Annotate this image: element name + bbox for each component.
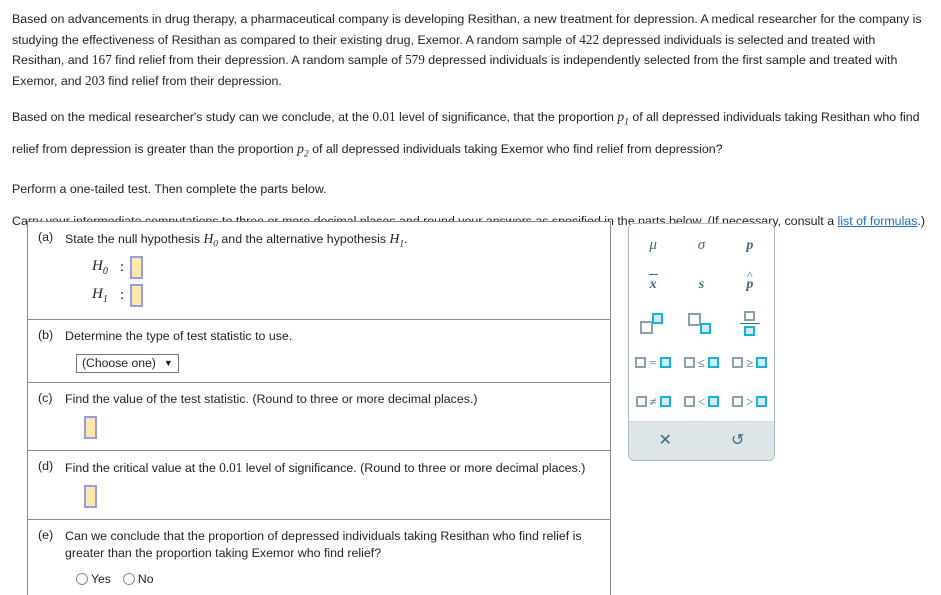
answer-panel: (a) State the null hypothesis H0 and the… [27,221,611,595]
radio-circle-no[interactable] [122,572,135,585]
palette-sigma-button[interactable]: σ [677,226,725,265]
palette-superscript-button[interactable] [629,304,677,343]
chevron-down-icon: ▼ [163,357,173,368]
question-text-4: of all depressed individuals taking Exem… [308,141,723,156]
mu-icon: μ [649,237,657,253]
part-c: (c) Find the value of the test statistic… [28,383,610,451]
superscript-icon [640,312,666,335]
significance-level-inline: 0.01 [372,109,396,124]
palette-p-button[interactable]: p [726,226,774,265]
palette-grid: μ σ p x s ^ p = ≤ ≥ ≠ < > [629,224,774,421]
part-d-prompt: Find the critical value at the 0.01 leve… [65,459,585,477]
part-e: (e) Can we conclude that the proportion … [28,520,610,595]
palette-x-bar-button[interactable]: x [629,265,677,304]
critical-value-input[interactable] [84,484,97,508]
test-statistic-input[interactable] [84,415,97,439]
conclusion-radio-group: Yes No [76,572,600,586]
part-d: (d) Find the critical value at the 0.01 … [28,451,610,520]
fraction-icon [739,311,760,337]
palette-footer: ✕ ↺ [629,421,774,460]
question-paragraph: Based on the medical researcher's study … [12,104,928,167]
not-equal-icon: ≠ [635,394,671,410]
part-c-prompt: Find the value of the test statistic. (R… [65,391,478,406]
part-b-label: (b) [38,327,54,342]
part-a-prompt: State the null hypothesis H0 and the alt… [65,230,407,254]
part-c-label: (c) [38,390,53,405]
part-e-prompt: Can we conclude that the proportion of d… [65,528,582,560]
problem-statement: Based on advancements in drug therapy, a… [12,10,929,230]
sigma-icon: σ [697,237,706,253]
greater-than-icon: > [732,394,768,410]
part-d-level: 0.01 [219,459,243,475]
palette-greater-equal-button[interactable]: ≥ [726,343,774,382]
part-a-label: (a) [38,230,54,244]
part-a-text-2: and the alternative hypothesis [217,232,390,246]
null-hypothesis-row: H0 : [92,254,600,282]
radio-option-yes[interactable]: Yes [76,572,111,586]
question-text-1: Based on the medical researcher's study … [12,110,373,124]
symbol-palette: μ σ p x s ^ p = ≤ ≥ ≠ < > ✕ ↺ [628,223,775,461]
palette-fraction-button[interactable] [726,304,774,343]
problem-page: Based on advancements in drug therapy, a… [0,0,941,595]
test-statistic-dropdown-value: (Choose one) [82,356,156,371]
h0-symbol-inline: H0 [203,231,218,250]
part-e-label: (e) [38,527,54,542]
palette-mu-button[interactable]: μ [629,226,677,265]
palette-subscript-button[interactable] [677,304,725,343]
palette-less-equal-button[interactable]: ≤ [677,343,725,382]
subscript-icon [688,312,714,335]
test-statistic-dropdown[interactable]: (Choose one) ▼ [76,353,179,373]
h0-label: H0 [92,258,108,278]
h0-colon: : [120,259,125,276]
part-b-prompt: Determine the type of test statistic to … [65,328,293,343]
less-than-icon: < [683,394,720,410]
h1-colon: : [120,287,125,304]
p2-symbol: p2 [297,140,309,160]
part-a-text-3: . [404,232,408,246]
h0-input[interactable] [130,256,144,280]
list-of-formulas-link[interactable]: list of formulas [838,214,918,228]
x-bar-icon: x [648,273,658,292]
palette-less-than-button[interactable]: < [677,382,725,421]
palette-equals-button[interactable]: = [629,343,677,382]
h1-label: H1 [92,286,108,306]
perform-instruction: Perform a one-tailed test. Then complete… [12,182,327,197]
intro-text-5: find relief from their depression. [104,73,282,88]
radio-label-no: No [137,571,154,586]
sample1-success: 167 [91,52,112,67]
question-text-2: level of significance, that the proporti… [395,110,618,124]
part-d-text-2: level of significance. (Round to three o… [242,460,586,475]
h1-symbol-inline: H1 [389,231,404,250]
part-a: (a) State the null hypothesis H0 and the… [28,222,610,320]
greater-than-or-equal-icon: ≥ [732,355,768,371]
p-icon: p [746,237,754,253]
radio-circle-yes[interactable] [76,572,88,585]
part-b: (b) Determine the type of test statistic… [28,320,610,383]
undo-icon[interactable]: ↺ [721,431,754,451]
part-d-text-1: Find the critical value at the [65,460,220,475]
palette-p-hat-button[interactable]: ^ p [726,265,774,304]
radio-label-yes: Yes [91,571,111,586]
alt-hypothesis-row: H1 : [92,282,600,310]
h1-input[interactable] [130,284,144,308]
s-icon: s [698,276,705,292]
p-hat-icon: ^ p [746,267,754,292]
part-d-label: (d) [38,458,54,473]
intro-paragraph: Based on advancements in drug therapy, a… [12,10,928,91]
less-than-or-equal-icon: ≤ [683,355,720,371]
part-a-text-1: State the null hypothesis [65,232,204,246]
intro-text-3: find relief from their depression. A ran… [111,53,406,67]
clear-icon[interactable]: ✕ [649,431,682,451]
sample2-success: 203 [85,72,105,88]
palette-not-equal-button[interactable]: ≠ [629,382,677,421]
p1-symbol: p1 [617,109,629,128]
palette-s-button[interactable]: s [677,265,725,304]
radio-option-no[interactable]: No [122,571,154,586]
sample1-size: 422 [579,31,600,47]
carry-text-after: .) [917,213,925,228]
sample2-size: 579 [405,52,425,67]
equals-icon: = [635,355,671,371]
palette-greater-than-button[interactable]: > [726,382,774,421]
